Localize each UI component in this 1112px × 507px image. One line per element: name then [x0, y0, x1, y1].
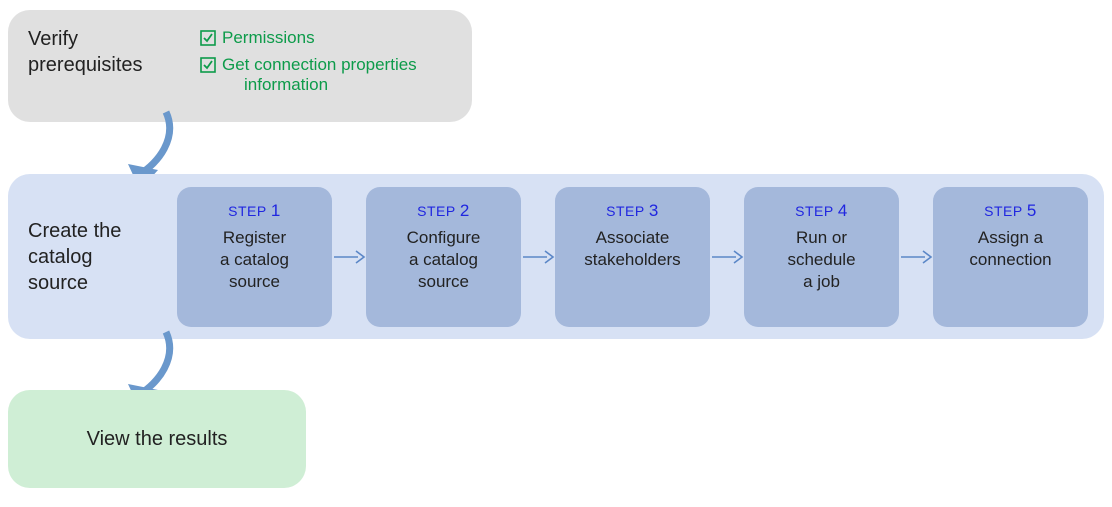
prerequisites-list: Permissions Get connection properties in…: [200, 26, 452, 106]
check-icon: [200, 57, 216, 78]
step-card-5: STEP 5 Assign a connection: [933, 187, 1088, 327]
step-desc-line1: Associate: [596, 228, 670, 247]
step-prefix: STEP: [228, 203, 266, 219]
step-desc-line2: a catalog: [409, 250, 478, 269]
step-number: 2: [460, 201, 470, 220]
prereq-item-label-line2: information: [244, 75, 328, 94]
step-card-4: STEP 4 Run or schedule a job: [744, 187, 899, 327]
prereq-title-line2: prerequisites: [28, 54, 143, 76]
step-desc-line2: stakeholders: [584, 250, 680, 269]
arrow-right-icon: [521, 248, 555, 266]
arrow-right-icon: [710, 248, 744, 266]
step-desc-line1: Register: [223, 228, 286, 247]
steps-row: STEP 1 Register a catalog source STEP 2 …: [177, 187, 1088, 327]
create-title-line2: catalog: [28, 246, 93, 268]
step-desc-line2: connection: [969, 250, 1051, 269]
step-number: 5: [1027, 201, 1037, 220]
step-desc-line1: Run or: [796, 228, 847, 247]
step-desc-line3: source: [229, 272, 280, 291]
create-title-line3: source: [28, 272, 88, 294]
arrow-right-icon: [332, 248, 366, 266]
step-number: 3: [649, 201, 659, 220]
step-prefix: STEP: [795, 203, 833, 219]
step-number: 4: [838, 201, 848, 220]
step-label: STEP 2: [417, 201, 470, 221]
step-description: Run or schedule a job: [787, 227, 855, 293]
create-title-line1: Create the: [28, 220, 121, 242]
step-card-1: STEP 1 Register a catalog source: [177, 187, 332, 327]
prerequisites-title: Verify prerequisites: [28, 26, 200, 106]
step-desc-line2: a catalog: [220, 250, 289, 269]
prereq-title-line1: Verify: [28, 28, 78, 50]
step-prefix: STEP: [984, 203, 1022, 219]
create-source-panel: Create the catalog source STEP 1 Registe…: [8, 174, 1104, 339]
step-label: STEP 1: [228, 201, 281, 221]
prereq-item: Permissions: [200, 28, 452, 51]
results-title: View the results: [87, 428, 228, 451]
prereq-item-label: Permissions: [222, 28, 315, 48]
step-label: STEP 3: [606, 201, 659, 221]
prereq-item: Get connection properties information: [200, 55, 452, 95]
prereq-item-multiline: Get connection properties information: [222, 55, 417, 95]
step-desc-line3: a job: [803, 272, 840, 291]
prereq-item-label-line1: Get connection properties: [222, 55, 417, 74]
step-prefix: STEP: [417, 203, 455, 219]
step-label: STEP 4: [795, 201, 848, 221]
step-description: Configure a catalog source: [407, 227, 481, 293]
step-card-3: STEP 3 Associate stakeholders: [555, 187, 710, 327]
check-icon: [200, 30, 216, 51]
arrow-right-icon: [899, 248, 933, 266]
step-desc-line1: Configure: [407, 228, 481, 247]
step-prefix: STEP: [606, 203, 644, 219]
prerequisites-panel: Verify prerequisites Permissions Get con…: [8, 10, 472, 122]
step-description: Register a catalog source: [220, 227, 289, 293]
results-panel: View the results: [8, 390, 306, 488]
step-desc-line2: schedule: [787, 250, 855, 269]
step-description: Associate stakeholders: [584, 227, 680, 271]
create-source-title: Create the catalog source: [28, 218, 177, 296]
step-desc-line3: source: [418, 272, 469, 291]
step-number: 1: [271, 201, 281, 220]
step-card-2: STEP 2 Configure a catalog source: [366, 187, 521, 327]
step-desc-line1: Assign a: [978, 228, 1043, 247]
step-description: Assign a connection: [969, 227, 1051, 271]
step-label: STEP 5: [984, 201, 1037, 221]
